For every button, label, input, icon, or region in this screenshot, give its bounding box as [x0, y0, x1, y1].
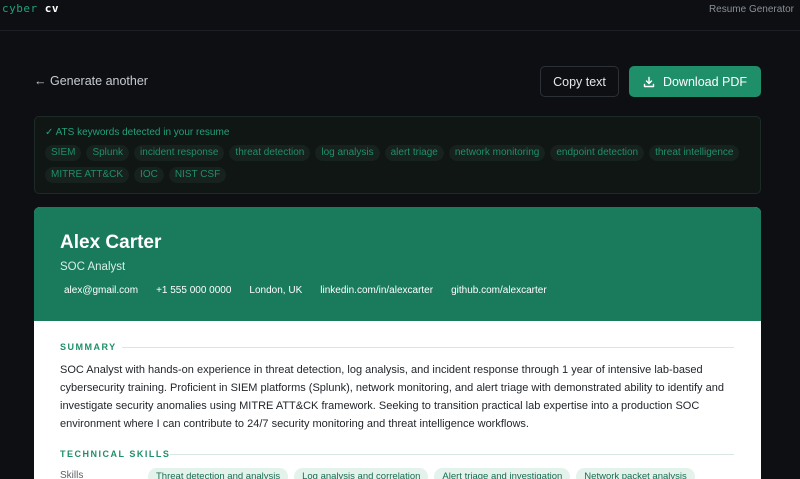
copy-text-label: Copy text	[553, 74, 606, 89]
ats-keyword-chip: NIST CSF	[168, 167, 227, 183]
skills-label: Skills	[60, 470, 84, 479]
logo-text-cyber: cyber	[2, 2, 38, 15]
resume-header: Alex Carter SOC Analyst alex@gmail.com +1…	[34, 207, 761, 321]
skill-chip: Threat detection and analysis	[148, 468, 289, 479]
ats-keyword-chip: MITRE ATT&CK	[45, 167, 130, 183]
skills-divider	[170, 454, 734, 455]
resume-contacts: alex@gmail.com +1 555 000 0000 London, UK l…	[64, 285, 547, 296]
ats-keyword-list: SIEM Splunk incident response threat detect…	[45, 145, 745, 183]
ats-keyword-chip: threat intelligence	[649, 145, 740, 161]
ats-keyword-chip: incident response	[134, 145, 225, 161]
ats-keyword-chip: threat detection	[229, 145, 311, 161]
summary-text: SOC Analyst with hands-on experience in …	[60, 364, 724, 430]
ats-keyword-chip: IOC	[134, 167, 164, 183]
generate-another-link[interactable]: ← Generate another	[34, 74, 148, 88]
contact-item: London, UK	[249, 285, 303, 296]
download-icon	[643, 76, 655, 87]
skill-chip: Network packet analysis	[576, 468, 695, 479]
ats-keyword-chip: SIEM	[45, 145, 82, 161]
ats-keyword-chip: log analysis	[315, 145, 380, 161]
contact-item: github.com/alexcarter	[451, 285, 547, 296]
copy-text-button[interactable]: Copy text	[540, 66, 619, 97]
contact-item: +1 555 000 0000	[156, 285, 232, 296]
contact-item: linkedin.com/in/alexcarter	[320, 285, 434, 296]
skill-chip-list: Threat detection and analysis Log analysi…	[148, 468, 695, 479]
nav-resume-generator[interactable]: Resume Generator	[709, 4, 794, 15]
resume-name: Alex Carter	[60, 232, 162, 253]
ats-keyword-chip: alert triage	[384, 145, 444, 161]
ats-keywords-panel: ✓ ATS keywords detected in your resume S…	[34, 116, 761, 194]
ats-title: ✓ ATS keywords detected in your resume	[45, 127, 230, 138]
skill-chip: Alert triage and investigation	[434, 468, 571, 479]
resume-role: SOC Analyst	[60, 261, 126, 273]
ats-keyword-chip: network monitoring	[448, 145, 546, 161]
summary-divider	[122, 347, 734, 348]
technical-skills-heading: TECHNICAL SKILLS	[60, 449, 171, 459]
contact-item: alex@gmail.com	[64, 285, 139, 296]
logo-text-cv: cv	[44, 2, 59, 15]
app-logo[interactable]: cyber cv	[2, 2, 59, 15]
resume-preview: Alex Carter SOC Analyst alex@gmail.com +1…	[34, 207, 761, 479]
ats-keyword-chip: Splunk	[86, 145, 130, 161]
skill-chip: Log analysis and correlation	[294, 468, 429, 479]
download-pdf-label: Download PDF	[662, 74, 748, 89]
download-pdf-button[interactable]: Download PDF	[629, 66, 761, 97]
ats-keyword-chip: endpoint detection	[550, 145, 645, 161]
summary-heading: SUMMARY	[60, 342, 117, 352]
top-bar: cyber cv Resume Generator	[0, 0, 800, 31]
